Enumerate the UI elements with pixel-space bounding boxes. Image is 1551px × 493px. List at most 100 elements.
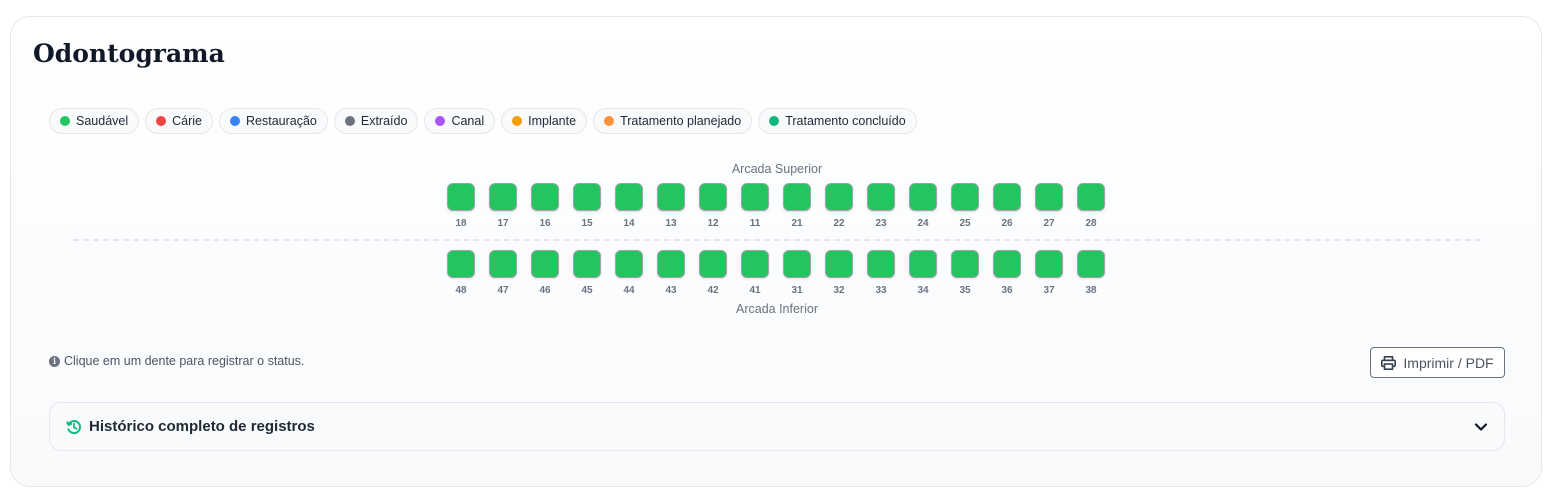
legend-dot bbox=[435, 116, 446, 126]
history-accordion[interactable]: Histórico completo de registros bbox=[49, 402, 1505, 451]
tooth-number: 43 bbox=[665, 285, 677, 296]
tooth-column: 36 bbox=[993, 250, 1021, 296]
tooth-number: 22 bbox=[833, 218, 845, 229]
tooth-12[interactable] bbox=[699, 183, 727, 211]
tooth-37[interactable] bbox=[1035, 250, 1063, 278]
tooth-11[interactable] bbox=[741, 183, 769, 211]
hint-text-row: i Clique em um dente para registrar o st… bbox=[49, 354, 304, 368]
tooth-column: 34 bbox=[909, 250, 937, 296]
tooth-23[interactable] bbox=[867, 183, 895, 211]
legend-dot bbox=[344, 116, 355, 126]
tooth-column: 24 bbox=[909, 183, 937, 229]
tooth-14[interactable] bbox=[615, 183, 643, 211]
tooth-column: 15 bbox=[573, 183, 601, 229]
tooth-number: 38 bbox=[1085, 285, 1097, 296]
tooth-number: 48 bbox=[455, 285, 467, 296]
legend-chip: Canal bbox=[424, 108, 496, 134]
tooth-column: 18 bbox=[447, 183, 475, 229]
tooth-24[interactable] bbox=[909, 183, 937, 211]
legend-label: Saudável bbox=[76, 114, 129, 128]
tooth-column: 13 bbox=[657, 183, 685, 229]
tooth-number: 28 bbox=[1085, 218, 1097, 229]
tooth-48[interactable] bbox=[447, 250, 475, 278]
upper-arch: 18 17 16 15 14 13 12 11 21 22 23 24 25 26 27 28 bbox=[447, 183, 1105, 229]
print-pdf-button[interactable]: Imprimir / PDF bbox=[1370, 347, 1505, 378]
tooth-38[interactable] bbox=[1077, 250, 1105, 278]
tooth-number: 11 bbox=[749, 218, 761, 229]
tooth-31[interactable] bbox=[783, 250, 811, 278]
tooth-41[interactable] bbox=[741, 250, 769, 278]
tooth-22[interactable] bbox=[825, 183, 853, 211]
status-legend: Saudável Cárie Restauração Extraído Canal Imp… bbox=[49, 108, 917, 134]
tooth-26[interactable] bbox=[993, 183, 1021, 211]
tooth-column: 42 bbox=[699, 250, 727, 296]
tooth-15[interactable] bbox=[573, 183, 601, 211]
tooth-number: 34 bbox=[917, 285, 929, 296]
tooth-25[interactable] bbox=[951, 183, 979, 211]
print-pdf-label: Imprimir / PDF bbox=[1403, 354, 1494, 371]
legend-chip: Restauração bbox=[219, 108, 328, 134]
legend-label: Implante bbox=[528, 114, 577, 128]
lower-arch: 48 47 46 45 44 43 42 41 31 32 33 34 35 36 37 38 bbox=[447, 250, 1105, 296]
legend-label: Canal bbox=[451, 114, 485, 128]
tooth-column: 27 bbox=[1035, 183, 1063, 229]
tooth-column: 22 bbox=[825, 183, 853, 229]
tooth-21[interactable] bbox=[783, 183, 811, 211]
tooth-33[interactable] bbox=[867, 250, 895, 278]
legend-chip: Cárie bbox=[145, 108, 213, 134]
tooth-column: 25 bbox=[951, 183, 979, 229]
tooth-42[interactable] bbox=[699, 250, 727, 278]
legend-chip: Tratamento planejado bbox=[593, 108, 753, 134]
page-title: Odontograma bbox=[33, 39, 225, 68]
legend-label: Extraído bbox=[360, 114, 408, 128]
tooth-35[interactable] bbox=[951, 250, 979, 278]
tooth-27[interactable] bbox=[1035, 183, 1063, 211]
tooth-number: 42 bbox=[707, 285, 719, 296]
tooth-column: 33 bbox=[867, 250, 895, 296]
tooth-column: 44 bbox=[615, 250, 643, 296]
legend-dot bbox=[156, 116, 167, 126]
tooth-45[interactable] bbox=[573, 250, 601, 278]
tooth-43[interactable] bbox=[657, 250, 685, 278]
tooth-36[interactable] bbox=[993, 250, 1021, 278]
tooth-44[interactable] bbox=[615, 250, 643, 278]
legend-chip: Saudável bbox=[49, 108, 140, 134]
tooth-column: 48 bbox=[447, 250, 475, 296]
legend-dot bbox=[60, 116, 70, 126]
tooth-column: 26 bbox=[993, 183, 1021, 229]
tooth-column: 14 bbox=[615, 183, 643, 229]
tooth-column: 16 bbox=[531, 183, 559, 229]
tooth-number: 45 bbox=[581, 285, 593, 296]
legend-dot bbox=[512, 116, 523, 126]
tooth-47[interactable] bbox=[489, 250, 517, 278]
legend-label: Cárie bbox=[172, 114, 202, 128]
tooth-column: 37 bbox=[1035, 250, 1063, 296]
tooth-16[interactable] bbox=[531, 183, 559, 211]
chevron-down-icon[interactable] bbox=[1474, 422, 1488, 432]
tooth-34[interactable] bbox=[909, 250, 937, 278]
tooth-18[interactable] bbox=[447, 183, 475, 211]
tooth-28[interactable] bbox=[1077, 183, 1105, 211]
tooth-number: 18 bbox=[455, 218, 467, 229]
tooth-column: 21 bbox=[783, 183, 811, 229]
tooth-number: 21 bbox=[791, 218, 803, 229]
tooth-number: 44 bbox=[623, 285, 635, 296]
tooth-number: 16 bbox=[539, 218, 551, 229]
legend-chip: Tratamento concluído bbox=[758, 108, 917, 134]
legend-label: Restauração bbox=[246, 114, 317, 128]
history-icon bbox=[66, 419, 82, 434]
odontogram-card: Odontograma Saudável Cárie Restauração Extr… bbox=[10, 16, 1542, 487]
legend-label: Tratamento planejado bbox=[620, 114, 742, 128]
tooth-number: 41 bbox=[749, 285, 761, 296]
tooth-number: 25 bbox=[959, 218, 971, 229]
tooth-13[interactable] bbox=[657, 183, 685, 211]
tooth-number: 23 bbox=[875, 218, 887, 229]
tooth-column: 35 bbox=[951, 250, 979, 296]
arch-divider bbox=[73, 239, 1481, 241]
legend-dot bbox=[230, 116, 240, 126]
tooth-17[interactable] bbox=[489, 183, 517, 211]
history-title: Histórico completo de registros bbox=[89, 418, 315, 435]
tooth-32[interactable] bbox=[825, 250, 853, 278]
legend-dot bbox=[604, 116, 615, 126]
tooth-46[interactable] bbox=[531, 250, 559, 278]
